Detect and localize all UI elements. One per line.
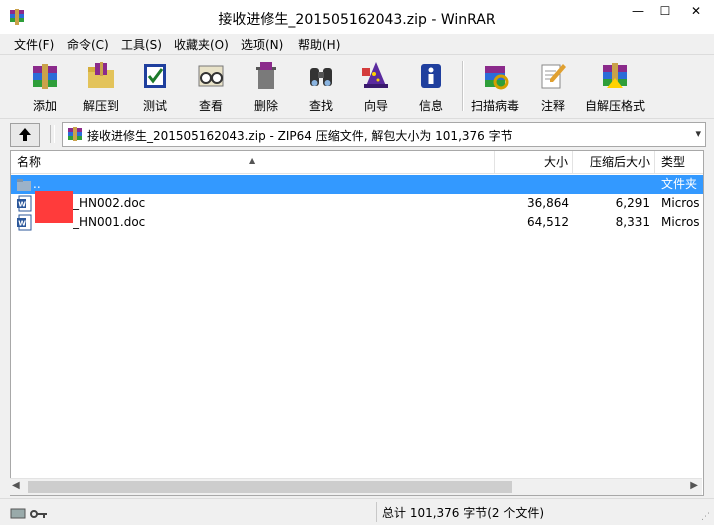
column-packed-label: 压缩后大小 (589, 155, 650, 169)
drive-key-icon (10, 508, 47, 519)
wizard-hat-icon (362, 62, 388, 88)
virus-scan-icon (485, 66, 509, 90)
address-bar: 接收进修生_201505162043.zip - ZIP64 压缩文件, 解包大… (0, 118, 714, 149)
row-size: 64,512 (527, 215, 569, 229)
row-type: Micros (661, 215, 700, 229)
row-size: 36,864 (527, 196, 569, 210)
extract-to-button[interactable]: 解压到 (76, 57, 126, 115)
folder-icon (17, 179, 31, 191)
list-item-hn002[interactable]: W _HN002.doc 36,864 6,291 Micros (11, 191, 703, 223)
list-item-parent[interactable]: .. 文件夹 (11, 175, 703, 194)
menu-bar: 文件(F) 命令(C) 工具(S) 收藏夹(O) 选项(N) 帮助(H) (0, 34, 714, 54)
status-divider (376, 502, 377, 522)
menu-options[interactable]: 选项(N) (241, 36, 283, 54)
menu-file[interactable]: 文件(F) (14, 36, 54, 54)
scroll-left-icon[interactable]: ◀ (12, 480, 20, 491)
word-doc-icon: W (17, 214, 32, 231)
scroll-right-icon[interactable]: ▶ (690, 480, 698, 491)
status-summary: 总计 101,376 字节(2 个文件) (382, 506, 545, 520)
find-binoculars-icon (310, 68, 332, 86)
window-title: 接收进修生_201505162043.zip - WinRAR (218, 12, 496, 28)
horizontal-scrollbar[interactable]: ◀ ▶ (10, 478, 702, 495)
path-combobox[interactable]: 接收进修生_201505162043.zip - ZIP64 压缩文件, 解包大… (62, 122, 706, 147)
row-type: 文件夹 (661, 177, 698, 191)
menu-help[interactable]: 帮助(H) (298, 36, 340, 54)
minimize-button[interactable]: — (624, 0, 652, 22)
archive-icon (68, 127, 82, 141)
column-size-label: 大小 (543, 155, 568, 169)
list-item-hn001[interactable]: W _HN001.doc 64,512 8,331 Micros (11, 213, 703, 232)
column-name-label: 名称 (17, 155, 42, 169)
toolbar: 添加 解压到 测试 查看 删除 查找 向导 信息 扫描病毒 注释 自解压格式 (0, 54, 714, 117)
row-type: Micros (661, 196, 700, 210)
sfx-button[interactable]: 自解压格式 (585, 57, 645, 115)
add-archive-icon (33, 64, 57, 89)
view-glasses-icon (198, 65, 224, 87)
file-list[interactable]: 名称 ▲ 大小 压缩后大小 类型 .. 文件夹 W _HN002.doc 36,… (10, 150, 704, 496)
virus-scan-button[interactable]: 扫描病毒 (470, 57, 520, 115)
menu-favorites[interactable]: 收藏夹(O) (174, 36, 229, 54)
wizard-button[interactable]: 向导 (351, 57, 401, 115)
comment-pencil-icon (541, 64, 566, 89)
test-check-icon (144, 64, 166, 88)
chevron-down-icon[interactable]: ▾ (695, 127, 701, 140)
menu-tools[interactable]: 工具(S) (121, 36, 162, 54)
comment-button[interactable]: 注释 (528, 57, 578, 115)
delete-bin-icon (256, 62, 276, 89)
address-grip (50, 125, 55, 143)
delete-button[interactable]: 删除 (241, 57, 291, 115)
sfx-label: 自解压格式 (584, 99, 645, 113)
comment-label: 注释 (540, 99, 565, 113)
status-bar: 总计 101,376 字节(2 个文件) ⋰ (0, 498, 714, 525)
column-size[interactable]: 大小 (495, 151, 573, 173)
resize-grip-icon[interactable]: ⋰ (701, 512, 710, 522)
column-packed[interactable]: 压缩后大小 (573, 151, 655, 173)
list-header: 名称 ▲ 大小 压缩后大小 类型 (11, 151, 703, 174)
column-name[interactable]: 名称 ▲ (11, 151, 495, 173)
row-name: _HN002.doc (73, 196, 146, 210)
sfx-archive-icon (603, 63, 627, 88)
menu-commands[interactable]: 命令(C) (67, 36, 109, 54)
add-button[interactable]: 添加 (20, 57, 70, 115)
info-button[interactable]: 信息 (406, 57, 456, 115)
column-type-label: 类型 (661, 155, 686, 169)
extract-folder-icon (88, 62, 114, 88)
virus-scan-label: 扫描病毒 (470, 99, 519, 113)
word-doc-icon: W (17, 195, 32, 212)
maximize-button[interactable]: ☐ (652, 0, 678, 22)
test-button[interactable]: 测试 (130, 57, 180, 115)
row-name: _HN001.doc (73, 215, 146, 229)
up-arrow-icon (19, 128, 31, 141)
up-folder-button[interactable] (10, 123, 40, 147)
column-type[interactable]: 类型 (655, 151, 703, 173)
info-icon (421, 64, 441, 88)
close-button[interactable]: ✕ (678, 0, 714, 22)
svg-text:W: W (18, 220, 26, 228)
info-label: 信息 (418, 99, 443, 113)
view-button[interactable]: 查看 (186, 57, 236, 115)
scrollbar-thumb[interactable] (28, 481, 512, 493)
row-name: .. (33, 177, 41, 191)
sort-ascending-icon: ▲ (249, 156, 256, 165)
archive-path-text: 接收进修生_201505162043.zip - ZIP64 压缩文件, 解包大… (87, 129, 513, 143)
title-bar: 接收进修生_201505162043.zip - WinRAR — ☐ ✕ (0, 0, 714, 34)
find-button[interactable]: 查找 (296, 57, 346, 115)
svg-text:W: W (18, 201, 26, 209)
row-packed: 8,331 (615, 215, 650, 229)
row-packed: 6,291 (615, 196, 650, 210)
